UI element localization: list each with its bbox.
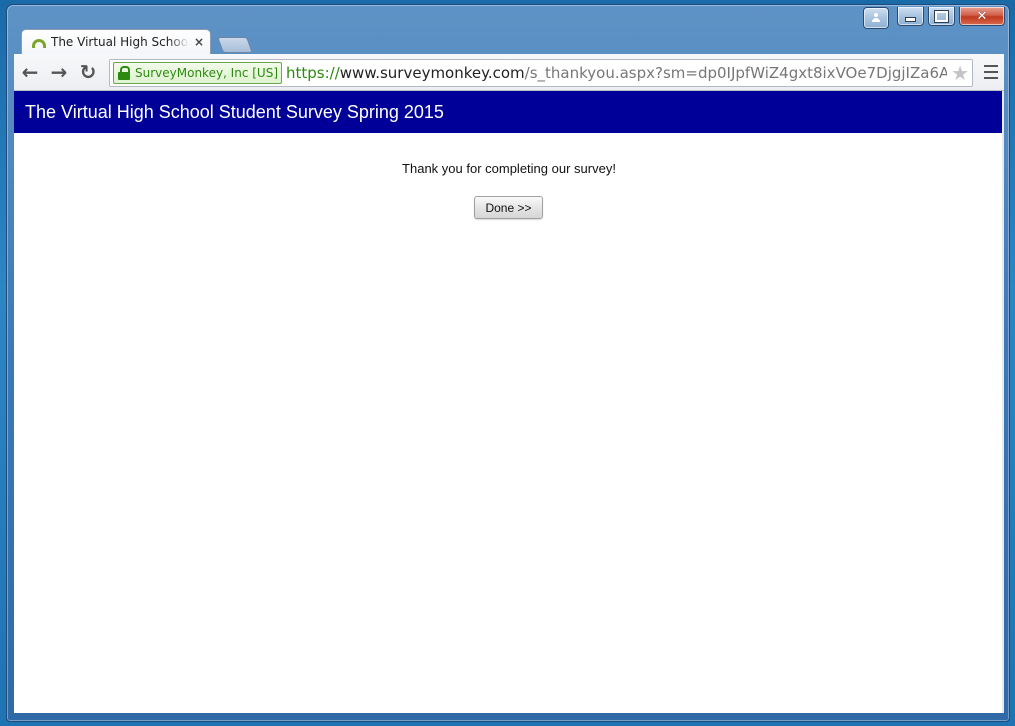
menu-icon-bar <box>984 77 998 79</box>
browser-toolbar: ← → ↻ SurveyMonkey, Inc [US] https://www… <box>14 54 1004 91</box>
page-scroll-edge <box>1002 91 1004 713</box>
url-host: www.surveymonkey.com <box>339 64 525 82</box>
menu-icon[interactable] <box>984 63 998 81</box>
ev-certificate-label: SurveyMonkey, Inc [US] <box>135 66 278 80</box>
reload-icon: ↻ <box>79 60 97 84</box>
menu-icon-bar <box>984 71 998 73</box>
close-icon: ✕ <box>976 8 988 24</box>
star-icon[interactable]: ★ <box>951 61 969 85</box>
tab-strip: The Virtual High School St × <box>15 27 615 54</box>
tab-close-icon[interactable]: × <box>194 35 204 49</box>
lock-icon <box>118 66 130 80</box>
address-bar[interactable]: SurveyMonkey, Inc [US] https://www.surve… <box>109 59 973 87</box>
url-path: /s_thankyou.aspx?sm=dp0IJpfWiZ4gxt8ixVOe… <box>524 64 947 82</box>
minimize-icon <box>905 16 916 22</box>
profile-icon <box>871 13 881 23</box>
url-text[interactable]: https://www.surveymonkey.com/s_thankyou.… <box>286 64 947 82</box>
close-window-button[interactable]: ✕ <box>959 7 1005 26</box>
new-tab-button[interactable] <box>217 37 253 53</box>
reload-button[interactable]: ↻ <box>75 59 101 85</box>
done-button[interactable]: Done >> <box>474 196 543 219</box>
forward-button[interactable]: → <box>46 59 72 85</box>
forward-icon: → <box>50 60 68 84</box>
url-scheme: https:// <box>286 64 340 82</box>
page-viewport: The Virtual High School Student Survey S… <box>14 91 1004 713</box>
back-icon: ← <box>21 60 39 84</box>
thank-you-message: Thank you for completing our survey! <box>402 161 616 176</box>
survey-favicon-icon <box>32 38 46 48</box>
back-button[interactable]: ← <box>17 59 43 85</box>
survey-title: The Virtual High School Student Survey S… <box>14 91 1004 133</box>
menu-icon-bar <box>984 65 998 67</box>
browser-window: ✕ The Virtual High School St × ← → ↻ Sur… <box>6 4 1010 722</box>
tab-survey[interactable]: The Virtual High School St × <box>21 29 211 54</box>
maximize-icon <box>934 9 949 23</box>
minimize-button[interactable] <box>897 7 924 26</box>
window-caption-buttons: ✕ <box>863 7 1005 29</box>
profile-button[interactable] <box>863 7 889 29</box>
ev-certificate-badge[interactable]: SurveyMonkey, Inc [US] <box>113 62 282 84</box>
tab-title: The Virtual High School St <box>51 35 189 49</box>
maximize-button[interactable] <box>928 7 955 26</box>
